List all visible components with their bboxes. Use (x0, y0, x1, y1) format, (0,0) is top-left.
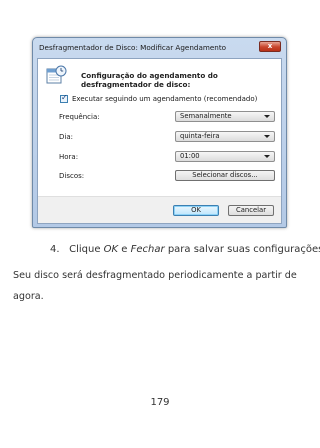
time-select[interactable]: 01:00 (175, 151, 275, 162)
day-select[interactable]: quinta-feira (175, 131, 275, 142)
chevron-down-icon (264, 135, 270, 138)
dialog-footer: OK Cancelar (38, 196, 281, 223)
day-label: Dia: (59, 133, 73, 141)
step-ok-term: OK (103, 244, 119, 255)
frequency-value: Semanalmente (180, 112, 232, 120)
frequency-label: Frequência: (59, 113, 100, 121)
step-suffix: para salvar suas configurações (167, 244, 320, 255)
schedule-heading: Configuração do agendamento do desfragme… (81, 71, 218, 89)
disks-label: Discos: (59, 172, 85, 180)
frequency-select[interactable]: Semanalmente (175, 111, 275, 122)
defrag-schedule-dialog: Desfragmentador de Disco: Modificar Agen… (32, 37, 287, 228)
checkmark-icon: ✓ (61, 93, 68, 102)
cancel-button[interactable]: Cancelar (228, 205, 274, 216)
dialog-content: Configuração do agendamento do desfragme… (37, 58, 282, 224)
ok-button[interactable]: OK (173, 205, 219, 216)
chevron-down-icon (264, 115, 270, 118)
close-button[interactable]: x (259, 41, 281, 52)
step-close-term: Fechar (130, 244, 165, 255)
dialog-titlebar[interactable]: Desfragmentador de Disco: Modificar Agen… (33, 38, 286, 58)
step-number: 4. (50, 244, 60, 255)
step-and: e (121, 244, 128, 255)
day-value: quinta-feira (180, 132, 220, 140)
step-prefix: Clique (69, 244, 101, 255)
time-value: 01:00 (180, 152, 200, 160)
run-on-schedule-checkbox[interactable]: ✓ (60, 93, 68, 103)
step-instruction: 4. Clique OK e Fechar para salvar suas c… (50, 244, 320, 255)
result-paragraph: Seu disco será desfragmentado periodicam… (13, 270, 297, 302)
close-icon: x (267, 42, 273, 50)
calendar-clock-icon (46, 65, 67, 84)
chevron-down-icon (264, 155, 270, 158)
select-disks-button[interactable]: Selecionar discos... (175, 170, 275, 181)
page-number: 179 (150, 397, 170, 408)
run-on-schedule-label[interactable]: Executar seguindo um agendamento (recome… (72, 95, 257, 103)
dialog-title: Desfragmentador de Disco: Modificar Agen… (39, 43, 227, 52)
time-label: Hora: (59, 153, 79, 161)
